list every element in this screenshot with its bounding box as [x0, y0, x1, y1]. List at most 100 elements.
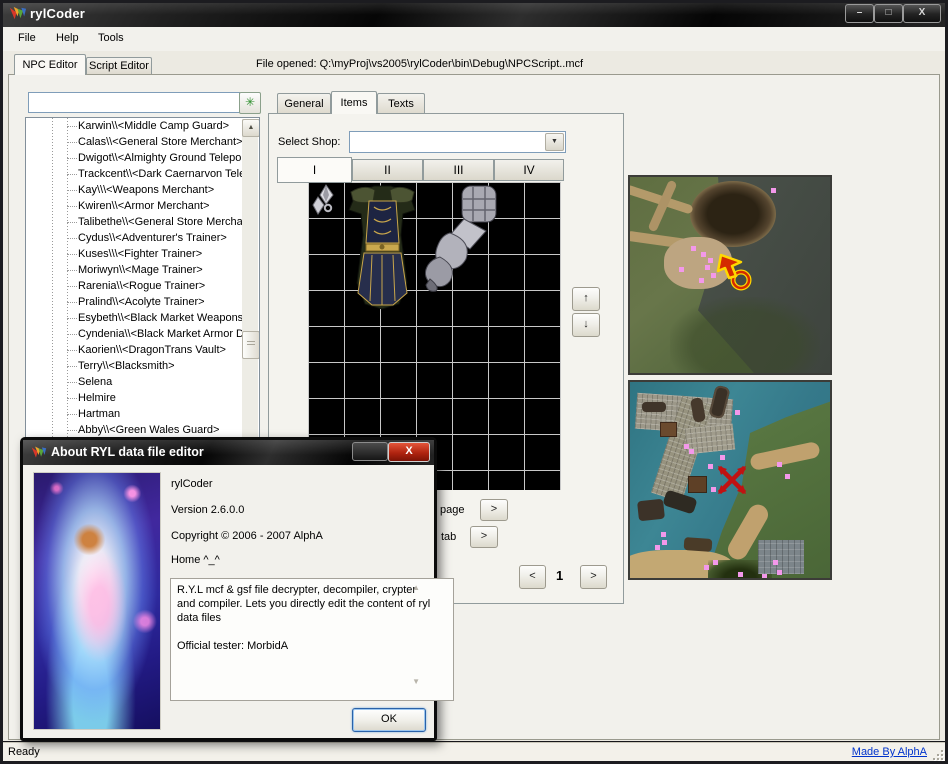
search-add-button[interactable]: ✳ [239, 92, 261, 114]
prev-page-button[interactable]: < [519, 565, 546, 589]
npc-marker [771, 188, 776, 193]
tree-scrollbar[interactable]: ▲ [242, 119, 258, 439]
status-text: Ready [8, 746, 40, 758]
tree-item[interactable]: Selena [26, 374, 242, 390]
tree-item[interactable]: Abby\\<Green Wales Guard> [26, 422, 242, 438]
about-artwork [33, 472, 161, 730]
item-gauntlet-image[interactable] [420, 183, 502, 295]
dialog-title-bar[interactable]: About RYL data file editor X [23, 440, 434, 465]
down-arrow-icon: ↓ [583, 318, 589, 330]
tree-item[interactable]: Kwiren\\<Armor Merchant> [26, 198, 242, 214]
about-dialog: About RYL data file editor X rylCoder Ve… [20, 437, 437, 741]
shop-tab-4[interactable]: IV [494, 159, 564, 181]
tab-items[interactable]: Items [331, 91, 377, 114]
tree-connector [67, 430, 77, 431]
home-link[interactable]: Home ^_^ [171, 554, 220, 566]
shop-tab-3[interactable]: III [423, 159, 494, 181]
tree-item[interactable]: Karwin\\<Middle Camp Guard> [26, 118, 242, 134]
tree-connector [67, 158, 77, 159]
move-down-button[interactable]: ↓ [572, 313, 600, 337]
tree-connector [67, 174, 77, 175]
ok-button[interactable]: OK [352, 708, 426, 732]
tree-connector [67, 142, 77, 143]
tree-item[interactable]: Kuses\\\<Fighter Trainer> [26, 246, 242, 262]
tree-item[interactable]: Moriwyn\\<Mage Trainer> [26, 262, 242, 278]
tree-item[interactable]: Trackcent\\<Dark Caernarvon Tele [26, 166, 242, 182]
close-button[interactable]: X [903, 4, 941, 23]
copy-tab-button[interactable]: > [470, 526, 498, 548]
tree-item[interactable]: Helmire [26, 390, 242, 406]
title-bar[interactable]: rylCoder – □ X [0, 0, 948, 27]
npc-marker [738, 572, 743, 577]
tree-connector [67, 398, 77, 399]
scroll-up-icon[interactable]: ▲ [242, 119, 260, 137]
shop-tab-1[interactable]: I [277, 157, 352, 183]
npc-marker [777, 462, 782, 467]
dialog-body: rylCoder Version 2.6.0.0 Copyright © 200… [23, 465, 434, 738]
tree-item[interactable]: Cydus\\<Adventurer's Trainer> [26, 230, 242, 246]
tree-item[interactable]: Talibethe\\<General Store Merchan [26, 214, 242, 230]
minimap-harbor[interactable] [628, 380, 832, 580]
tree-item[interactable]: Kay\\\<Weapons Merchant> [26, 182, 242, 198]
item-armor-image[interactable] [346, 183, 419, 311]
resize-grip[interactable] [931, 748, 943, 760]
tree-item[interactable]: Pralind\\<Acolyte Trainer> [26, 294, 242, 310]
tree-connector [67, 254, 77, 255]
npc-marker [777, 570, 782, 575]
chevron-down-icon[interactable]: ▼ [545, 133, 564, 151]
app-logo-icon [8, 4, 27, 23]
tab-texts[interactable]: Texts [377, 93, 425, 114]
next-page-button[interactable]: > [580, 565, 607, 589]
tree-item[interactable]: Dwigot\\<Almighty Ground Teleport [26, 150, 242, 166]
select-shop-label: Select Shop: [278, 136, 340, 148]
npc-marker [708, 258, 713, 263]
tree-item[interactable]: Terry\\<Blacksmith> [26, 358, 242, 374]
maximize-button[interactable]: □ [874, 4, 903, 23]
item-dagger-image[interactable] [310, 184, 343, 217]
search-input[interactable] [28, 92, 240, 113]
dialog-close-button[interactable]: X [388, 442, 430, 462]
scrollbar-thumb[interactable] [242, 331, 260, 359]
npc-marker [708, 464, 713, 469]
tree-item[interactable]: Esybeth\\<Black Market Weapons I [26, 310, 242, 326]
npc-marker [735, 410, 740, 415]
tree-item[interactable]: Rarenia\\<Rogue Trainer> [26, 278, 242, 294]
left-chevron-icon: < [529, 570, 535, 582]
tab-general[interactable]: General [277, 93, 331, 114]
tree-connector [67, 302, 77, 303]
minimap-terrain[interactable] [628, 175, 832, 375]
copy-page-label: page [440, 504, 464, 516]
selected-npc-arrow-icon [714, 251, 756, 293]
tree-item[interactable]: Kaorien\\<DragonTrans Vault> [26, 342, 242, 358]
tree-item[interactable]: Hartman [26, 406, 242, 422]
npc-marker [704, 565, 709, 570]
tree-item[interactable]: Cyndenia\\<Black Market Armor De [26, 326, 242, 342]
npc-marker [691, 246, 696, 251]
made-by-link[interactable]: Made By AlphA [852, 746, 927, 758]
right-chevron-icon: > [491, 503, 497, 515]
tree-connector [67, 126, 77, 127]
desc-scroll-down-icon[interactable]: ▼ [412, 677, 420, 686]
copy-page-button[interactable]: > [480, 499, 508, 521]
page-number: 1 [556, 568, 563, 583]
menu-tools[interactable]: Tools [98, 32, 124, 44]
minimize-button[interactable]: – [845, 4, 874, 23]
tree-connector [67, 350, 77, 351]
tab-script-editor[interactable]: Script Editor [86, 57, 152, 75]
dialog-title: About RYL data file editor [51, 445, 204, 459]
move-up-button[interactable]: ↑ [572, 287, 600, 311]
shop-tab-2[interactable]: II [352, 159, 423, 181]
dialog-maximize-button[interactable] [352, 442, 388, 461]
npc-marker [655, 545, 660, 550]
npc-marker [689, 449, 694, 454]
menu-help[interactable]: Help [56, 32, 79, 44]
menu-bar: File Help Tools [3, 27, 945, 52]
status-bar: Ready Made By AlphA [3, 742, 945, 762]
desc-scroll-up-icon[interactable]: ▲ [412, 583, 420, 592]
shop-combobox[interactable]: ▼ [349, 131, 566, 153]
version-label: Version 2.6.0.0 [171, 504, 244, 516]
tree-connector [67, 238, 77, 239]
tab-npc-editor[interactable]: NPC Editor [14, 54, 86, 75]
menu-file[interactable]: File [18, 32, 36, 44]
tree-item[interactable]: Calas\\<General Store Merchant> [26, 134, 242, 150]
